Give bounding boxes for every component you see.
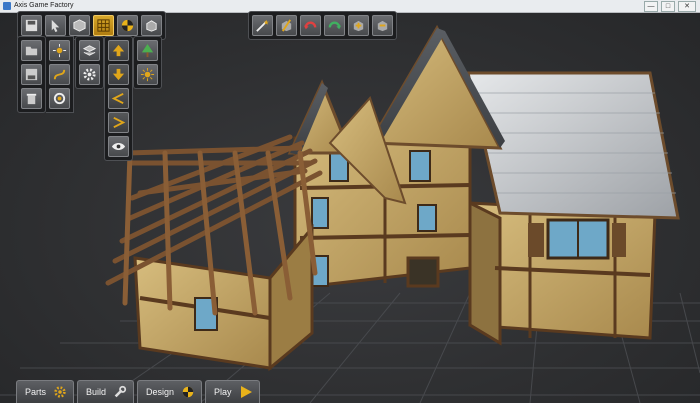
tab-design[interactable]: Design (137, 380, 203, 403)
grid-icon[interactable] (93, 15, 114, 36)
tab-build[interactable]: Build (77, 380, 135, 403)
terrain-icon[interactable] (117, 15, 138, 36)
tree-icon[interactable] (137, 40, 158, 61)
eye-icon[interactable] (108, 136, 129, 157)
undo-icon[interactable] (300, 15, 321, 36)
tab-design-label: Design (146, 387, 175, 397)
layers-icon[interactable] (79, 40, 100, 61)
sun-tool-icon[interactable] (49, 40, 70, 61)
top-center-toolbar (248, 11, 397, 40)
save-disk-icon[interactable] (21, 64, 42, 85)
path-icon[interactable] (49, 64, 70, 85)
tab-parts[interactable]: Parts (16, 380, 75, 403)
left-panel-col2 (46, 36, 74, 113)
minimize-button[interactable]: — (644, 1, 658, 12)
arrow-down-icon[interactable] (108, 64, 129, 85)
arrow-up-icon[interactable] (108, 40, 129, 61)
folder-open-icon[interactable] (21, 40, 42, 61)
play-icon (238, 384, 254, 400)
left-panel-col3 (75, 36, 104, 89)
maximize-button[interactable]: □ (661, 1, 675, 12)
tab-parts-label: Parts (25, 387, 47, 397)
add-cube-icon[interactable] (348, 15, 369, 36)
left-panel-col4 (104, 36, 133, 161)
app-icon (3, 2, 11, 10)
trash-icon[interactable] (21, 88, 42, 109)
tab-play[interactable]: Play (205, 380, 260, 403)
gear-icon[interactable] (79, 64, 100, 85)
chevron-right-icon[interactable] (108, 112, 129, 133)
tab-build-label: Build (86, 387, 107, 397)
magic-cube-icon[interactable] (276, 15, 297, 36)
light-icon[interactable] (137, 64, 158, 85)
wand-icon[interactable] (252, 15, 273, 36)
left-panel-col5 (133, 36, 162, 89)
objects-icon[interactable] (141, 15, 162, 36)
window-controls: — □ ✕ (644, 1, 696, 12)
right-wing-building (466, 71, 680, 346)
remove-cube-icon[interactable] (372, 15, 393, 36)
tab-play-label: Play (214, 387, 232, 397)
gear-icon (52, 384, 68, 400)
chevron-left-icon[interactable] (108, 88, 129, 109)
close-button[interactable]: ✕ (678, 1, 696, 12)
bottom-mode-tabs: Parts Build Design Play (16, 380, 260, 403)
palette-icon (180, 384, 196, 400)
left-panel-col1 (17, 36, 46, 113)
save-icon[interactable] (21, 15, 42, 36)
wrench-icon (112, 384, 128, 400)
pointer-icon[interactable] (45, 15, 66, 36)
redo-icon[interactable] (324, 15, 345, 36)
cube-icon[interactable] (69, 15, 90, 36)
camera-icon[interactable] (49, 88, 70, 109)
left-wing-building (105, 134, 323, 372)
